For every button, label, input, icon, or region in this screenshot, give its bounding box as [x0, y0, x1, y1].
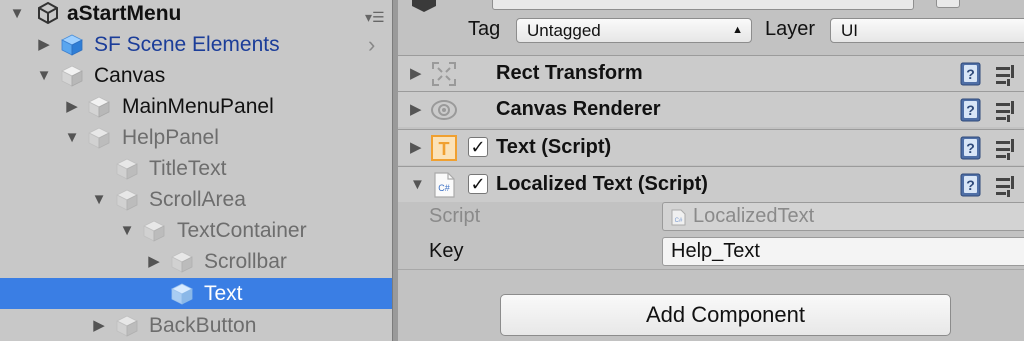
script-field: C# LocalizedText [662, 202, 1024, 231]
component-header-localized-text[interactable]: ▼ C# ✓ Localized Text (Script) [398, 166, 1024, 202]
hierarchy-item-backbutton[interactable]: ▶ BackButton [0, 310, 392, 341]
divider [398, 269, 1024, 270]
enabled-checkbox[interactable]: ✓ [468, 137, 488, 157]
prefab-cube-icon [61, 34, 83, 56]
hierarchy-item-label: Canvas [94, 64, 166, 87]
hierarchy-item-label: MainMenuPanel [122, 95, 274, 118]
gameobject-cube-icon [171, 283, 193, 305]
hierarchy-item-scrollbar[interactable]: ▶ Scrollbar [0, 246, 392, 277]
hierarchy-item-label: TitleText [149, 157, 227, 180]
add-component-button[interactable]: Add Component [500, 294, 951, 336]
csharp-script-icon: C# [671, 209, 686, 226]
svg-text:C#: C# [438, 183, 450, 193]
layer-dropdown[interactable]: UI [830, 18, 1024, 43]
component-title: Text (Script) [496, 136, 612, 158]
expand-arrow-icon[interactable]: ▼ [8, 0, 26, 29]
component-title: Canvas Renderer [496, 98, 661, 120]
gameobject-cube-icon [61, 65, 83, 87]
hierarchy-item-label: SF Scene Elements [94, 33, 280, 56]
foldout-arrow-icon[interactable]: ▼ [410, 167, 425, 202]
gameobject-cube-icon [88, 96, 110, 118]
component-title: Rect Transform [496, 62, 643, 84]
hierarchy-item-label: Scrollbar [204, 250, 287, 273]
component-header-canvas-renderer[interactable]: ▶ Canvas Renderer [398, 91, 1024, 127]
expand-arrow-icon[interactable]: ▶ [90, 310, 108, 341]
layer-label: Layer [765, 18, 816, 40]
chevron-right-icon[interactable]: › [368, 29, 375, 60]
static-toggle[interactable] [936, 0, 960, 8]
dropdown-arrows-icon: ▲ [732, 24, 743, 36]
rect-transform-icon [432, 62, 456, 86]
tag-label: Tag [468, 18, 501, 40]
expand-arrow-icon[interactable]: ▼ [118, 215, 136, 246]
hierarchy-panel: ▼ aStartMenu ▾☰ ▶ SF Scene Elements › ▼ … [0, 0, 392, 341]
key-input-value: Help_Text [671, 240, 760, 262]
hierarchy-item-scrollarea[interactable]: ▼ ScrollArea [0, 184, 392, 215]
hierarchy-item-label: BackButton [149, 314, 257, 337]
tag-value: Untagged [527, 21, 601, 40]
hierarchy-item-label: ScrollArea [149, 188, 246, 211]
help-book-icon[interactable] [959, 98, 983, 122]
hierarchy-item-helppanel[interactable]: ▼ HelpPanel [0, 122, 392, 153]
hierarchy-item-label: Text [204, 282, 243, 305]
hierarchy-item-mainmenupanel[interactable]: ▶ MainMenuPanel [0, 91, 392, 122]
foldout-arrow-icon[interactable]: ▶ [410, 130, 422, 165]
component-header-rect-transform[interactable]: ▶ Rect Transform [398, 55, 1024, 91]
enabled-checkbox[interactable]: ✓ [468, 174, 488, 194]
inspector-panel: Tag Untagged ▲ Layer UI ▶ Rect Transform… [398, 0, 1024, 341]
hierarchy-item-text[interactable]: Text [0, 278, 392, 309]
component-settings-icon[interactable] [994, 99, 1018, 123]
expand-arrow-icon[interactable]: ▶ [145, 246, 163, 277]
expand-arrow-icon[interactable]: ▶ [35, 29, 53, 60]
script-field-value: LocalizedText [693, 205, 815, 227]
gameobject-cube-icon [116, 158, 138, 180]
expand-arrow-icon[interactable]: ▼ [35, 60, 53, 91]
hierarchy-item-canvas[interactable]: ▼ Canvas [0, 60, 392, 91]
gameobject-cube-icon [116, 189, 138, 211]
hierarchy-item-titletext[interactable]: TitleText [0, 153, 392, 184]
expand-arrow-icon[interactable]: ▼ [63, 122, 81, 153]
csharp-script-icon: C# [434, 172, 455, 198]
key-input[interactable]: Help_Text [662, 237, 1024, 266]
canvas-renderer-icon [431, 100, 457, 120]
component-settings-icon[interactable] [994, 174, 1018, 198]
component-settings-icon[interactable] [994, 63, 1018, 87]
gameobject-cube-icon [143, 220, 165, 242]
component-title: Localized Text (Script) [496, 173, 708, 195]
gameobject-cube-icon [171, 251, 193, 273]
key-field-label: Key [429, 240, 464, 262]
foldout-arrow-icon[interactable]: ▶ [410, 92, 422, 127]
gameobject-cube-icon [88, 127, 110, 149]
scene-row[interactable]: ▼ aStartMenu ▾☰ [0, 0, 392, 29]
gameobject-icon [412, 0, 436, 12]
expand-arrow-icon[interactable]: ▼ [90, 184, 108, 215]
layer-value: UI [841, 21, 858, 40]
hierarchy-item-label: TextContainer [177, 219, 307, 242]
text-component-icon: T [431, 135, 457, 161]
svg-text:C#: C# [675, 218, 683, 224]
hierarchy-item-label: HelpPanel [122, 126, 219, 149]
tag-dropdown[interactable]: Untagged ▲ [516, 18, 752, 43]
help-book-icon[interactable] [959, 62, 983, 86]
scene-name: aStartMenu [67, 2, 182, 25]
script-field-label: Script [429, 205, 481, 227]
expand-arrow-icon[interactable]: ▶ [63, 91, 81, 122]
foldout-arrow-icon[interactable]: ▶ [410, 56, 422, 91]
component-settings-icon[interactable] [994, 137, 1018, 161]
help-book-icon[interactable] [959, 136, 983, 160]
gameobject-cube-icon [116, 315, 138, 337]
unity-logo-icon [38, 1, 58, 25]
object-name-field[interactable] [492, 0, 914, 10]
help-book-icon[interactable] [959, 173, 983, 197]
hierarchy-item-textcontainer[interactable]: ▼ TextContainer [0, 215, 392, 246]
svg-text:T: T [439, 139, 450, 159]
component-header-text[interactable]: ▶ T ✓ Text (Script) [398, 129, 1024, 165]
hierarchy-item-sf-scene-elements[interactable]: ▶ SF Scene Elements › [0, 29, 392, 60]
